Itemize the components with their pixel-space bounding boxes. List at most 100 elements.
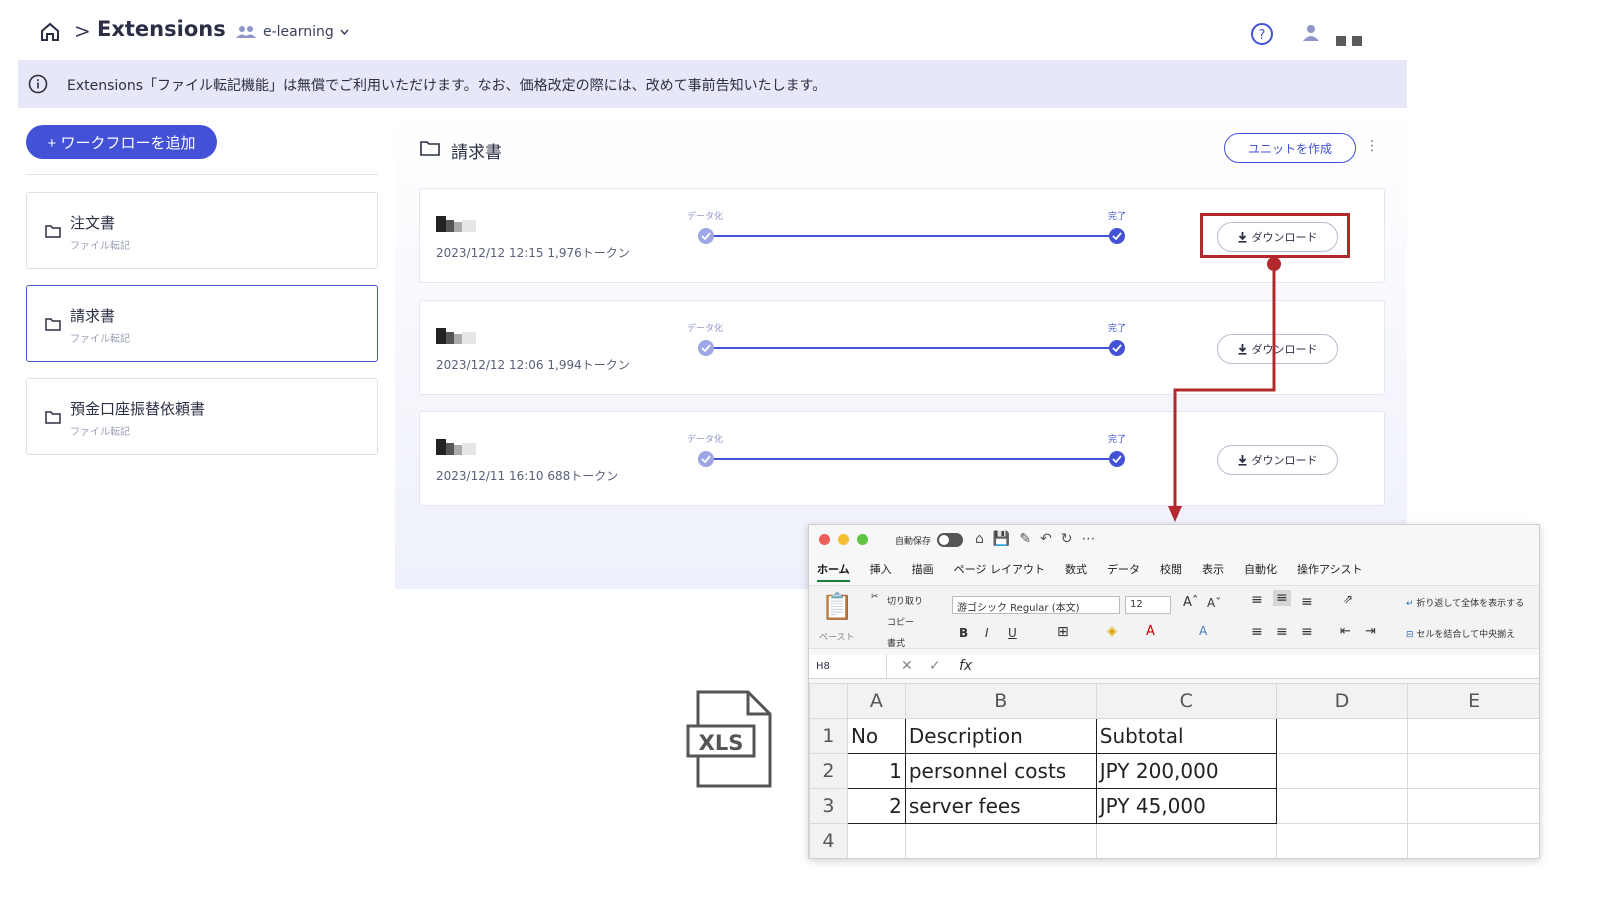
workspace-selector[interactable]: e-learning	[235, 24, 349, 40]
confirm-icon[interactable]: ✓	[929, 658, 941, 674]
column-header[interactable]: B	[904, 683, 1097, 719]
cell-d2[interactable]	[1275, 753, 1409, 789]
more-options-icon[interactable]: ⋮	[1365, 138, 1379, 154]
tab-page-layout[interactable]: ページ レイアウト	[954, 561, 1045, 582]
align-bottom-icon[interactable]: ≡	[1301, 594, 1313, 610]
tab-insert[interactable]: 挿入	[870, 561, 892, 582]
create-unit-button[interactable]: ユニットを作成	[1224, 133, 1356, 163]
cell-c2[interactable]: JPY 200,000	[1095, 753, 1277, 789]
redo-icon[interactable]: ↻	[1061, 531, 1073, 547]
font-color-icon[interactable]: A	[1146, 624, 1155, 639]
add-workflow-button[interactable]: + ワークフローを追加	[26, 125, 217, 159]
cell-a4[interactable]	[846, 823, 906, 858]
font-size-select[interactable]: 12	[1125, 596, 1171, 614]
home-icon[interactable]: ⌂	[975, 531, 984, 547]
row-header[interactable]: 4	[809, 823, 848, 858]
cell-a3[interactable]: 2	[846, 788, 906, 824]
decrease-indent-icon[interactable]: ⇤	[1340, 624, 1351, 639]
main-panel: 請求書 ユニットを作成 ⋮ 2023/12/12 12:15 1,976トークン…	[395, 108, 1407, 589]
minimize-window-button[interactable]	[838, 534, 849, 545]
align-top-icon[interactable]: ≡	[1251, 592, 1263, 608]
orientation-icon[interactable]: ⇗	[1343, 592, 1353, 606]
edit-icon[interactable]: ✎	[1019, 531, 1031, 547]
user-name-redacted[interactable]	[1336, 31, 1370, 46]
wrap-text-button[interactable]: ↵ 折り返して全体を表示する	[1406, 596, 1524, 609]
cell-e2[interactable]	[1407, 753, 1539, 789]
cell-a1[interactable]: No	[846, 718, 906, 754]
undo-icon[interactable]: ↶	[1040, 531, 1052, 547]
cell-b3[interactable]: server fees	[904, 788, 1097, 824]
workflow-item-bank-transfer[interactable]: 預金口座振替依頼書 ファイル転記	[26, 378, 378, 455]
row-header[interactable]: 2	[809, 753, 848, 789]
name-box[interactable]: H8	[809, 655, 887, 679]
column-header[interactable]: C	[1095, 683, 1277, 719]
cell-b4[interactable]	[904, 823, 1097, 858]
workflow-item-invoice[interactable]: 請求書 ファイル転記	[26, 285, 378, 362]
tab-data[interactable]: データ	[1107, 561, 1140, 582]
column-header[interactable]: E	[1407, 683, 1539, 719]
paste-icon[interactable]: 📋	[821, 592, 853, 622]
tab-tell-me[interactable]: 操作アシスト	[1297, 561, 1363, 582]
align-right-icon[interactable]: ≡	[1301, 624, 1313, 640]
autosave-toggle[interactable]	[937, 533, 964, 547]
fill-color-icon[interactable]: ◈	[1107, 624, 1117, 639]
increase-font-icon[interactable]: Aˆ	[1183, 595, 1198, 610]
tab-automate[interactable]: 自動化	[1244, 561, 1277, 582]
cell-b1[interactable]: Description	[904, 718, 1097, 754]
cut-icon[interactable]: ✂	[871, 592, 879, 602]
cell-d4[interactable]	[1275, 823, 1409, 858]
row-header[interactable]: 3	[809, 788, 848, 824]
paste-label[interactable]: ペースト	[819, 630, 855, 643]
merge-center-button[interactable]: ⊟ セルを結合して中央揃え	[1406, 627, 1515, 640]
align-middle-icon[interactable]: ≡	[1273, 590, 1291, 606]
cell-d1[interactable]	[1275, 718, 1409, 754]
formula-input[interactable]	[987, 655, 1537, 679]
user-icon[interactable]	[1302, 24, 1320, 42]
tab-view[interactable]: 表示	[1202, 561, 1224, 582]
save-icon[interactable]: 💾	[993, 531, 1010, 547]
tab-review[interactable]: 校閲	[1160, 561, 1182, 582]
cell-d3[interactable]	[1275, 788, 1409, 824]
decrease-font-icon[interactable]: Aˇ	[1207, 596, 1221, 610]
italic-icon[interactable]: I	[985, 626, 989, 640]
font-family-select[interactable]: 游ゴシック Regular (本文)	[952, 596, 1120, 614]
increase-indent-icon[interactable]: ⇥	[1365, 624, 1376, 639]
help-icon[interactable]: ?	[1250, 22, 1274, 46]
download-button[interactable]: ダウンロード	[1217, 334, 1338, 364]
stage-end-label: 完了	[1108, 212, 1127, 222]
cell-e4[interactable]	[1407, 823, 1539, 858]
function-icon[interactable]: fx	[959, 658, 972, 674]
borders-icon[interactable]: ⊞	[1057, 624, 1069, 640]
tab-draw[interactable]: 描画	[912, 561, 934, 582]
cell-a2[interactable]: 1	[846, 753, 906, 789]
cancel-icon[interactable]: ✕	[901, 658, 913, 674]
column-header[interactable]: A	[846, 683, 906, 719]
cell-e1[interactable]	[1407, 718, 1539, 754]
column-header[interactable]: D	[1275, 683, 1409, 719]
text-effects-icon[interactable]: A	[1199, 624, 1207, 638]
maximize-window-button[interactable]	[857, 534, 868, 545]
workflow-item-order[interactable]: 注文書 ファイル転記	[26, 192, 378, 269]
format-painter-label[interactable]: 書式	[887, 636, 905, 649]
autosave[interactable]: 自動保存	[895, 533, 964, 547]
close-window-button[interactable]	[819, 534, 830, 545]
copy-label[interactable]: コピー	[887, 615, 914, 628]
cell-c3[interactable]: JPY 45,000	[1095, 788, 1277, 824]
extensions-app: > Extensions e-learning ? Extensions「ファイ…	[18, 0, 1407, 589]
bold-icon[interactable]: B	[959, 626, 968, 640]
row-header[interactable]: 1	[809, 718, 848, 754]
more-icon[interactable]: ⋯	[1082, 531, 1096, 547]
cell-c1[interactable]: Subtotal	[1095, 718, 1277, 754]
download-button[interactable]: ダウンロード	[1217, 445, 1338, 475]
select-all-corner[interactable]	[809, 683, 848, 719]
align-left-icon[interactable]: ≡	[1251, 624, 1263, 640]
home-icon[interactable]	[38, 20, 62, 44]
cell-c4[interactable]	[1095, 823, 1277, 858]
cell-e3[interactable]	[1407, 788, 1539, 824]
tab-home[interactable]: ホーム	[817, 561, 850, 582]
underline-icon[interactable]: U	[1008, 626, 1017, 640]
cell-b2[interactable]: personnel costs	[904, 753, 1097, 789]
tab-formulas[interactable]: 数式	[1065, 561, 1087, 582]
cut-label[interactable]: 切り取り	[887, 594, 923, 607]
align-center-icon[interactable]: ≡	[1276, 624, 1288, 640]
